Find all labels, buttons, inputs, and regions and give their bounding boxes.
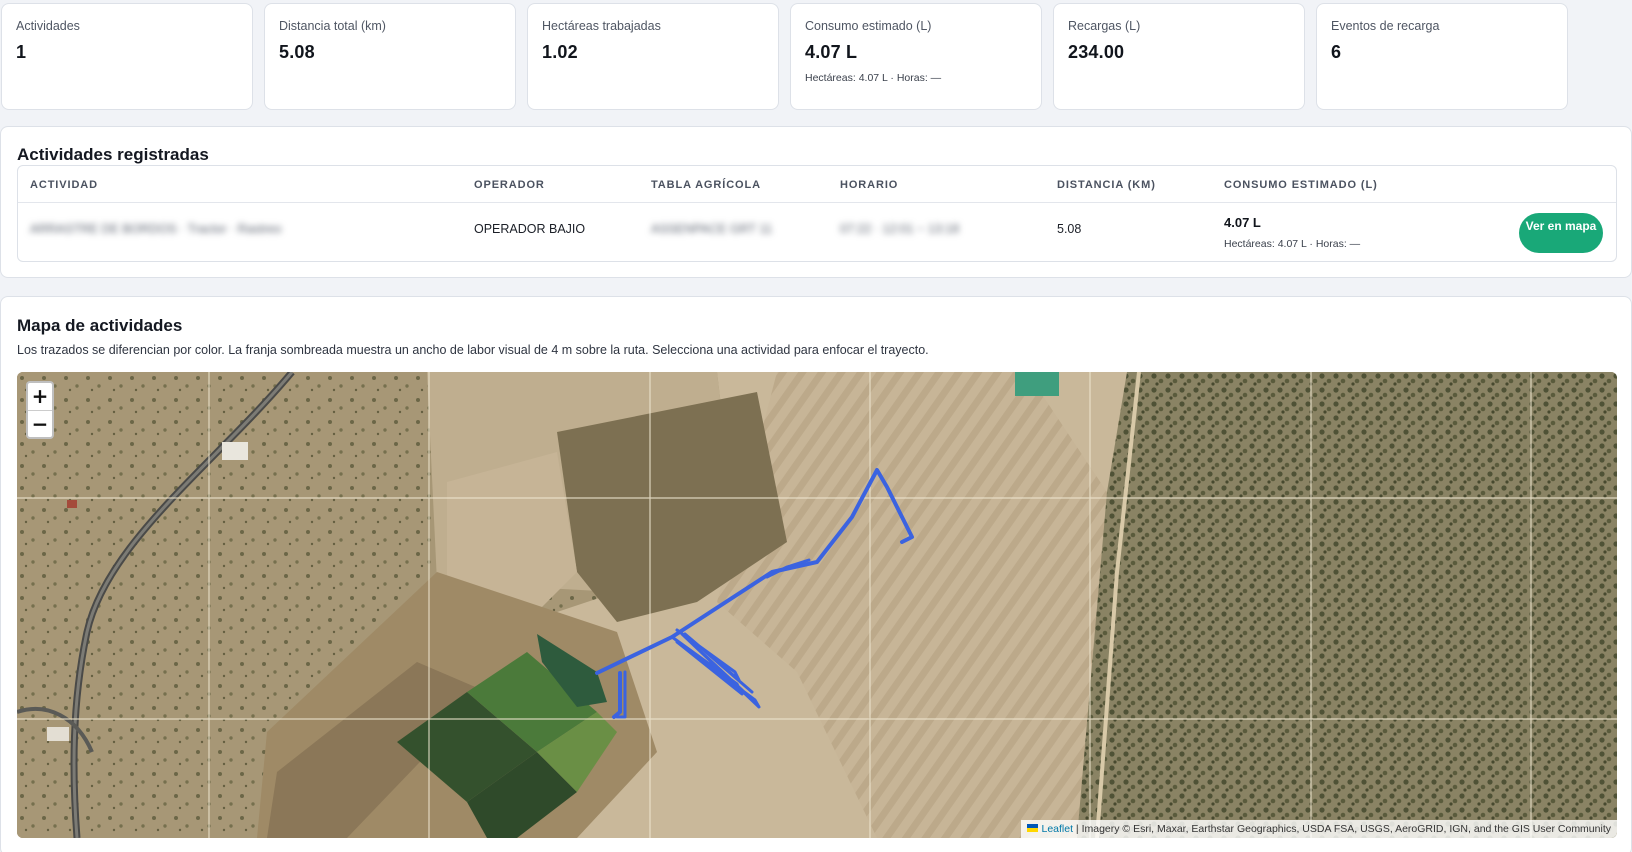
leaflet-link[interactable]: Leaflet bbox=[1041, 823, 1073, 835]
cell-activity: ARRASTRE DE BORDOS · Tractor · Rastreo bbox=[30, 222, 282, 236]
card-label: Recargas (L) bbox=[1068, 19, 1141, 33]
table-row[interactable]: ARRASTRE DE BORDOS · Tractor · Rastreo O… bbox=[18, 203, 1616, 261]
card-hectareas: Hectáreas trabajadas 1.02 bbox=[527, 3, 779, 110]
col-consumo: Consumo estimado (L) bbox=[1224, 179, 1378, 191]
card-value: 5.08 bbox=[279, 42, 315, 62]
map-attribution: Leaflet | Imagery © Esri, Maxar, Earthst… bbox=[1021, 820, 1617, 838]
card-eventos: Eventos de recarga 6 bbox=[1316, 3, 1568, 110]
card-distancia: Distancia total (km) 5.08 bbox=[264, 3, 516, 110]
card-subtext: Hectáreas: 4.07 L · Horas: — bbox=[805, 72, 942, 84]
activities-panel: Actividades registradas Actividad Operad… bbox=[0, 126, 1632, 278]
ukraine-flag-icon bbox=[1027, 824, 1039, 832]
consumption-detail: Hectáreas: 4.07 L · Horas: — bbox=[1224, 238, 1361, 250]
card-recargas: Recargas (L) 234.00 bbox=[1053, 3, 1305, 110]
col-distancia: Distancia (km) bbox=[1057, 179, 1156, 191]
card-label: Hectáreas trabajadas bbox=[542, 19, 661, 33]
map-description: Los trazados se diferencian por color. L… bbox=[17, 343, 929, 357]
map-panel: Mapa de actividades Los trazados se dife… bbox=[0, 296, 1632, 852]
consumption-value: 4.07 L bbox=[1224, 215, 1261, 230]
col-operador: Operador bbox=[474, 179, 545, 191]
activities-table: Actividad Operador Tabla agrícola Horari… bbox=[17, 165, 1617, 262]
col-actividad: Actividad bbox=[30, 179, 98, 191]
cell-operator: OPERADOR BAJIO bbox=[474, 222, 586, 236]
map-title: Mapa de actividades bbox=[17, 316, 183, 335]
card-value: 1.02 bbox=[542, 42, 578, 62]
zoom-in-button[interactable]: + bbox=[28, 383, 52, 410]
satellite-imagery bbox=[17, 372, 1617, 838]
view-on-map-button[interactable]: Ver en mapa bbox=[1519, 213, 1603, 253]
card-actividades: Actividades 1 bbox=[1, 3, 253, 110]
cell-schedule: 07:22 · 12:01 ~ 13:18 bbox=[840, 222, 960, 236]
metric-cards: Actividades 1 Distancia total (km) 5.08 … bbox=[0, 3, 1632, 111]
card-value: 6 bbox=[1331, 42, 1342, 62]
card-value: 234.00 bbox=[1068, 42, 1125, 62]
zoom-out-button[interactable]: − bbox=[28, 410, 52, 437]
col-tabla: Tabla agrícola bbox=[651, 179, 761, 191]
cell-distance: 5.08 bbox=[1057, 222, 1082, 236]
col-horario: Horario bbox=[840, 179, 899, 191]
activities-title: Actividades registradas bbox=[17, 145, 209, 164]
card-consumo: Consumo estimado (L) 4.07 L Hectáreas: 4… bbox=[790, 3, 1042, 110]
card-label: Eventos de recarga bbox=[1331, 19, 1440, 33]
satellite-map[interactable]: + − Leaflet | Imagery © Esri, Maxar, Ear… bbox=[17, 372, 1617, 838]
card-label: Actividades bbox=[16, 19, 80, 33]
attribution-text: | Imagery © Esri, Maxar, Earthstar Geogr… bbox=[1073, 823, 1611, 835]
cell-table: ASSENPACE GRT 11 bbox=[651, 222, 773, 236]
table-header: Actividad Operador Tabla agrícola Horari… bbox=[18, 166, 1616, 203]
card-label: Consumo estimado (L) bbox=[805, 19, 932, 33]
cell-consumption: 4.07 L Hectáreas: 4.07 L · Horas: — bbox=[1224, 215, 1360, 250]
card-value: 1 bbox=[16, 42, 27, 62]
zoom-control: + − bbox=[26, 381, 54, 439]
card-value: 4.07 L bbox=[805, 42, 858, 62]
card-label: Distancia total (km) bbox=[279, 19, 386, 33]
